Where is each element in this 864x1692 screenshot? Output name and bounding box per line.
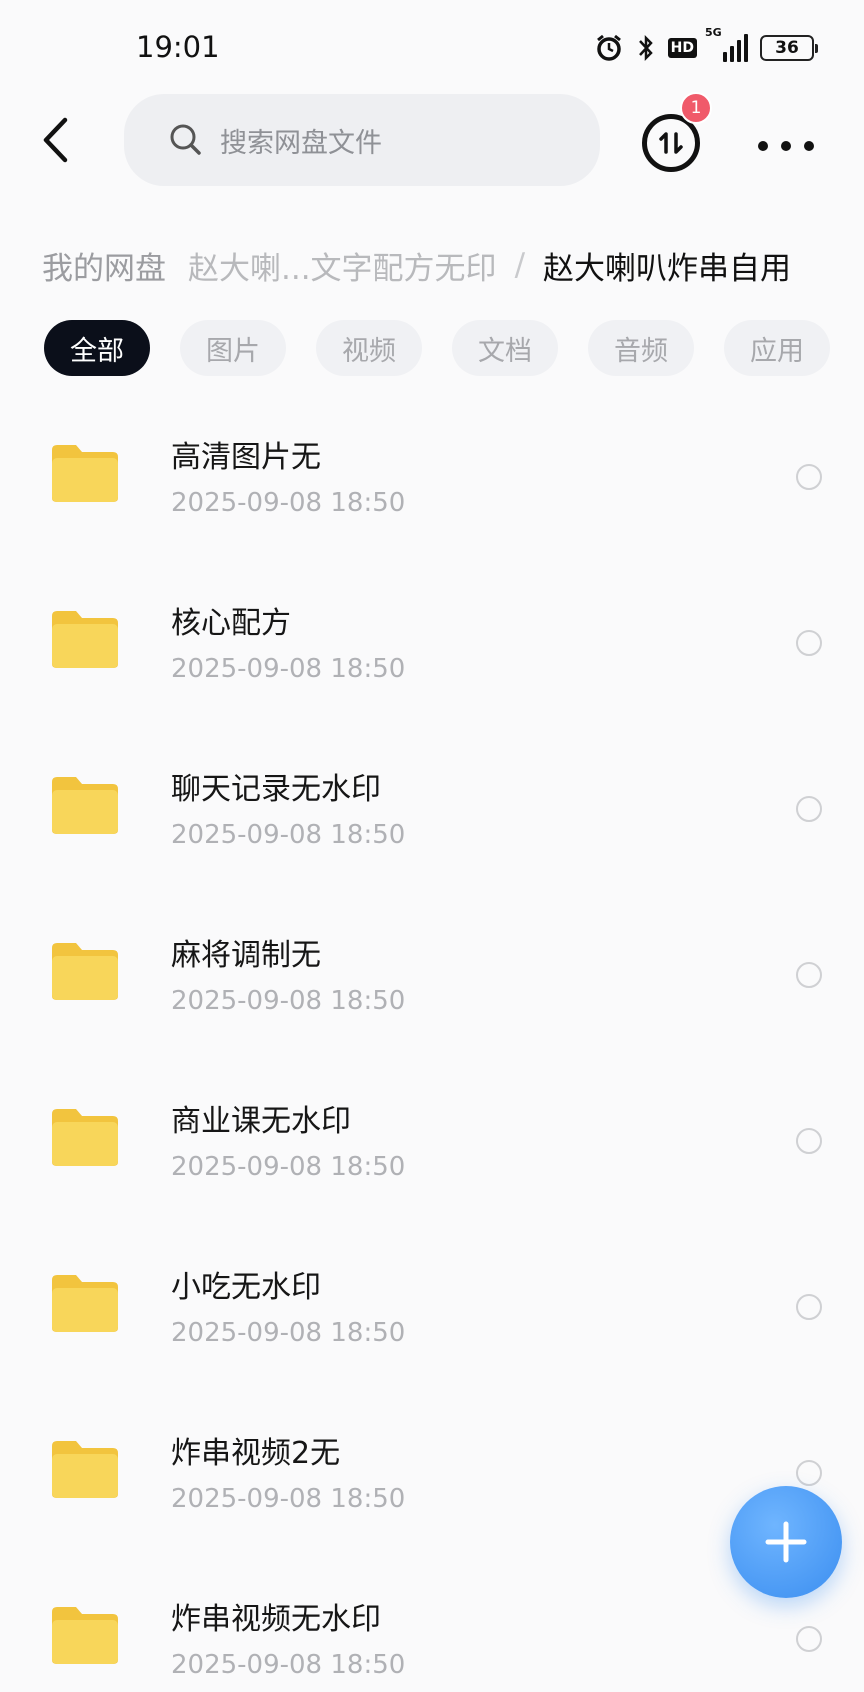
breadcrumb-parent[interactable]: 赵大喇...文字配方无印 xyxy=(188,243,497,288)
folder-icon xyxy=(52,1441,118,1498)
breadcrumb-root[interactable]: 我的网盘 xyxy=(42,243,166,288)
folder-icon xyxy=(52,1109,118,1166)
battery-indicator: 36 xyxy=(760,35,818,61)
folder-icon xyxy=(52,1607,118,1664)
folder-icon xyxy=(52,777,118,834)
network-label: 5G xyxy=(705,26,722,39)
file-date: 2025-09-08 18:50 xyxy=(171,1484,406,1514)
select-checkbox[interactable] xyxy=(796,1294,822,1320)
file-row[interactable]: 商业课无水印 2025-09-08 18:50 xyxy=(0,1054,864,1220)
back-button[interactable] xyxy=(30,112,80,168)
select-checkbox[interactable] xyxy=(796,1460,822,1486)
file-name: 炸串视频无水印 xyxy=(171,1602,381,1637)
top-bar: 搜索网盘文件 xyxy=(0,90,864,190)
tab-all[interactable]: 全部 xyxy=(44,320,150,376)
file-row[interactable]: 小吃无水印 2025-09-08 18:50 xyxy=(0,1220,864,1386)
file-name: 麻将调制无 xyxy=(171,938,321,973)
transfer-icon xyxy=(659,132,683,154)
folder-icon xyxy=(52,1275,118,1332)
breadcrumb: 我的网盘 赵大喇...文字配方无印 / 赵大喇叭炸串自用 xyxy=(42,240,864,290)
more-dot-icon xyxy=(781,141,791,151)
file-date: 2025-09-08 18:50 xyxy=(171,986,406,1016)
folder-icon xyxy=(52,611,118,668)
file-date: 2025-09-08 18:50 xyxy=(171,488,406,518)
select-checkbox[interactable] xyxy=(796,796,822,822)
file-name: 高清图片无 xyxy=(171,440,321,475)
file-row[interactable]: 高清图片无 2025-09-08 18:50 xyxy=(0,390,864,556)
status-time: 19:01 xyxy=(136,30,220,64)
more-button[interactable] xyxy=(758,136,814,156)
tab-audio[interactable]: 音频 xyxy=(588,320,694,376)
tab-videos[interactable]: 视频 xyxy=(316,320,422,376)
file-row[interactable]: 核心配方 2025-09-08 18:50 xyxy=(0,556,864,722)
alarm-icon xyxy=(594,33,624,63)
select-checkbox[interactable] xyxy=(796,630,822,656)
search-placeholder: 搜索网盘文件 xyxy=(220,127,382,159)
select-checkbox[interactable] xyxy=(796,464,822,490)
select-checkbox[interactable] xyxy=(796,1626,822,1652)
file-name: 小吃无水印 xyxy=(171,1270,321,1305)
file-date: 2025-09-08 18:50 xyxy=(171,654,406,684)
file-name: 聊天记录无水印 xyxy=(171,772,381,807)
filter-tabs: 全部 图片 视频 文档 音频 应用 xyxy=(44,320,830,376)
file-date: 2025-09-08 18:50 xyxy=(171,1152,406,1182)
status-bar: 19:01 HD 5G 36 xyxy=(0,0,864,96)
breadcrumb-current: 赵大喇叭炸串自用 xyxy=(543,250,792,287)
select-checkbox[interactable] xyxy=(796,1128,822,1154)
more-dot-icon xyxy=(804,141,814,151)
file-row[interactable]: 炸串视频无水印 2025-09-08 18:50 xyxy=(0,1552,864,1692)
file-name: 商业课无水印 xyxy=(171,1104,351,1139)
breadcrumb-separator: / xyxy=(514,247,526,283)
file-name: 炸串视频2无 xyxy=(171,1436,341,1471)
bluetooth-icon xyxy=(636,33,656,63)
tab-images[interactable]: 图片 xyxy=(180,320,286,376)
file-row[interactable]: 聊天记录无水印 2025-09-08 18:50 xyxy=(0,722,864,888)
search-input[interactable]: 搜索网盘文件 xyxy=(124,94,600,186)
file-date: 2025-09-08 18:50 xyxy=(171,1318,406,1348)
file-name: 核心配方 xyxy=(171,606,291,641)
tab-apps[interactable]: 应用 xyxy=(724,320,830,376)
signal-icon: 5G xyxy=(705,26,748,62)
add-button[interactable] xyxy=(730,1486,842,1598)
folder-icon xyxy=(52,445,118,502)
file-date: 2025-09-08 18:50 xyxy=(171,1650,406,1680)
hd-badge: HD xyxy=(667,38,697,58)
select-checkbox[interactable] xyxy=(796,962,822,988)
folder-icon xyxy=(52,943,118,1000)
chevron-left-icon xyxy=(43,117,68,163)
plus-icon xyxy=(765,1521,807,1563)
status-icons: HD 5G 36 xyxy=(594,26,818,66)
tab-documents[interactable]: 文档 xyxy=(452,320,558,376)
file-date: 2025-09-08 18:50 xyxy=(171,820,406,850)
transfer-badge: 1 xyxy=(680,92,712,124)
file-row[interactable]: 麻将调制无 2025-09-08 18:50 xyxy=(0,888,864,1054)
more-dot-icon xyxy=(758,141,768,151)
search-icon xyxy=(170,124,201,155)
